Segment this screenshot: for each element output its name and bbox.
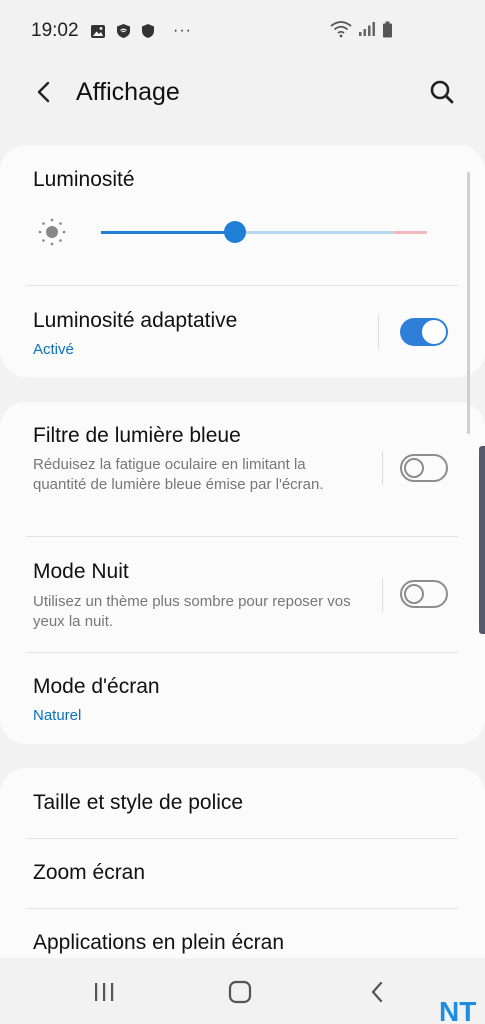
brightness-title: Luminosité xyxy=(33,168,135,191)
search-icon xyxy=(430,80,454,104)
back-arrow-icon xyxy=(37,81,50,103)
search-button[interactable] xyxy=(426,76,458,108)
recents-icon xyxy=(95,983,114,1001)
recents-button[interactable] xyxy=(91,980,117,1004)
divider xyxy=(26,908,458,909)
night-mode-toggle[interactable] xyxy=(400,580,448,608)
notification-icons: ··· xyxy=(90,22,192,40)
home-icon xyxy=(228,980,252,1004)
toggle-knob xyxy=(404,584,424,604)
watermark-text: NT xyxy=(439,996,476,1024)
font-size-style-title: Taille et style de police xyxy=(33,791,244,814)
slider-thumb[interactable] xyxy=(224,221,246,243)
fullscreen-apps-title: Applications en plein écran xyxy=(33,931,284,954)
screen-zoom-title: Zoom écran xyxy=(33,861,146,884)
adaptive-brightness-title: Luminosité adaptative xyxy=(33,309,238,332)
vpn-shield-icon xyxy=(117,24,130,38)
night-mode-title: Mode Nuit xyxy=(33,560,129,583)
adaptive-brightness-toggle[interactable] xyxy=(400,318,448,346)
vertical-divider xyxy=(378,315,379,349)
wifi-icon xyxy=(330,21,352,38)
slider-track-filled xyxy=(101,231,235,234)
status-time: 19:02 xyxy=(31,20,79,41)
adaptive-brightness-status: Activé xyxy=(33,341,74,358)
status-bar: 19:02 ··· xyxy=(0,0,485,62)
vertical-divider xyxy=(382,451,383,485)
app-header: Affichage xyxy=(0,62,485,122)
screen-mode-value: Naturel xyxy=(33,707,82,724)
slider-track-empty xyxy=(235,231,394,234)
page-title: Affichage xyxy=(76,78,180,106)
toggle-knob xyxy=(404,458,424,478)
screen-mode-title: Mode d'écran xyxy=(33,675,160,698)
blue-light-filter-title: Filtre de lumière bleue xyxy=(33,424,241,447)
divider xyxy=(26,285,458,286)
gallery-icon xyxy=(91,24,105,38)
blue-light-filter-description: Réduisez la fatigue oculaire en limitant… xyxy=(33,456,324,493)
night-mode-description: Utilisez un thème plus sombre pour repos… xyxy=(33,593,351,630)
nav-back-button[interactable] xyxy=(364,978,390,1006)
signal-icon xyxy=(359,22,375,36)
battery-icon xyxy=(383,21,392,37)
divider xyxy=(26,536,458,537)
shield-icon xyxy=(142,24,154,38)
vertical-divider xyxy=(382,578,383,612)
edge-panel-handle[interactable] xyxy=(479,446,485,634)
divider xyxy=(26,652,458,653)
home-button[interactable] xyxy=(226,978,254,1006)
navigation-bar xyxy=(0,958,485,1024)
more-notifications-dots: ··· xyxy=(173,22,192,39)
back-button[interactable] xyxy=(28,76,60,108)
slider-track-high-zone xyxy=(394,231,427,234)
divider xyxy=(26,838,458,839)
watermark-logo: NT xyxy=(439,996,476,1024)
toggle-knob xyxy=(422,320,446,344)
scrollbar[interactable] xyxy=(467,172,470,434)
nav-back-icon xyxy=(371,981,383,1003)
brightness-sun-icon xyxy=(38,218,66,246)
system-icons xyxy=(330,20,393,38)
blue-light-filter-toggle[interactable] xyxy=(400,454,448,482)
